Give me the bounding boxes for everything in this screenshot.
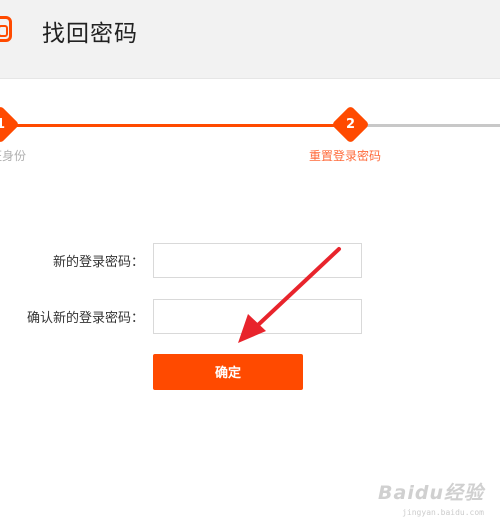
watermark-url: jingyan.baidu.com bbox=[402, 508, 484, 517]
step-1-number: 1 bbox=[0, 117, 6, 132]
page-title: 找回密码 bbox=[42, 21, 138, 47]
step-1-label: 证身份 bbox=[0, 149, 27, 163]
confirm-password-field[interactable] bbox=[153, 299, 362, 334]
step-2-label: 重置登录密码 bbox=[309, 149, 382, 163]
header-bar: 找回密码 bbox=[0, 0, 500, 79]
new-password-field[interactable] bbox=[153, 243, 362, 278]
new-password-label: 新的登录密码： bbox=[52, 255, 144, 270]
step-1-badge: 1 bbox=[0, 105, 20, 144]
confirm-button[interactable]: 确定 bbox=[153, 354, 303, 390]
step-line-completed bbox=[14, 124, 336, 127]
step-2-badge: 2 bbox=[331, 105, 370, 144]
step-2-number: 2 bbox=[345, 117, 356, 132]
progress-stepper: 1 2 证身份 重置登录密码 bbox=[0, 100, 500, 170]
confirm-password-label: 确认新的登录密码： bbox=[26, 311, 144, 326]
step-line-pending bbox=[366, 124, 500, 127]
brand-logo-icon bbox=[0, 16, 12, 42]
watermark-logo: Baidu经验 bbox=[378, 482, 484, 504]
